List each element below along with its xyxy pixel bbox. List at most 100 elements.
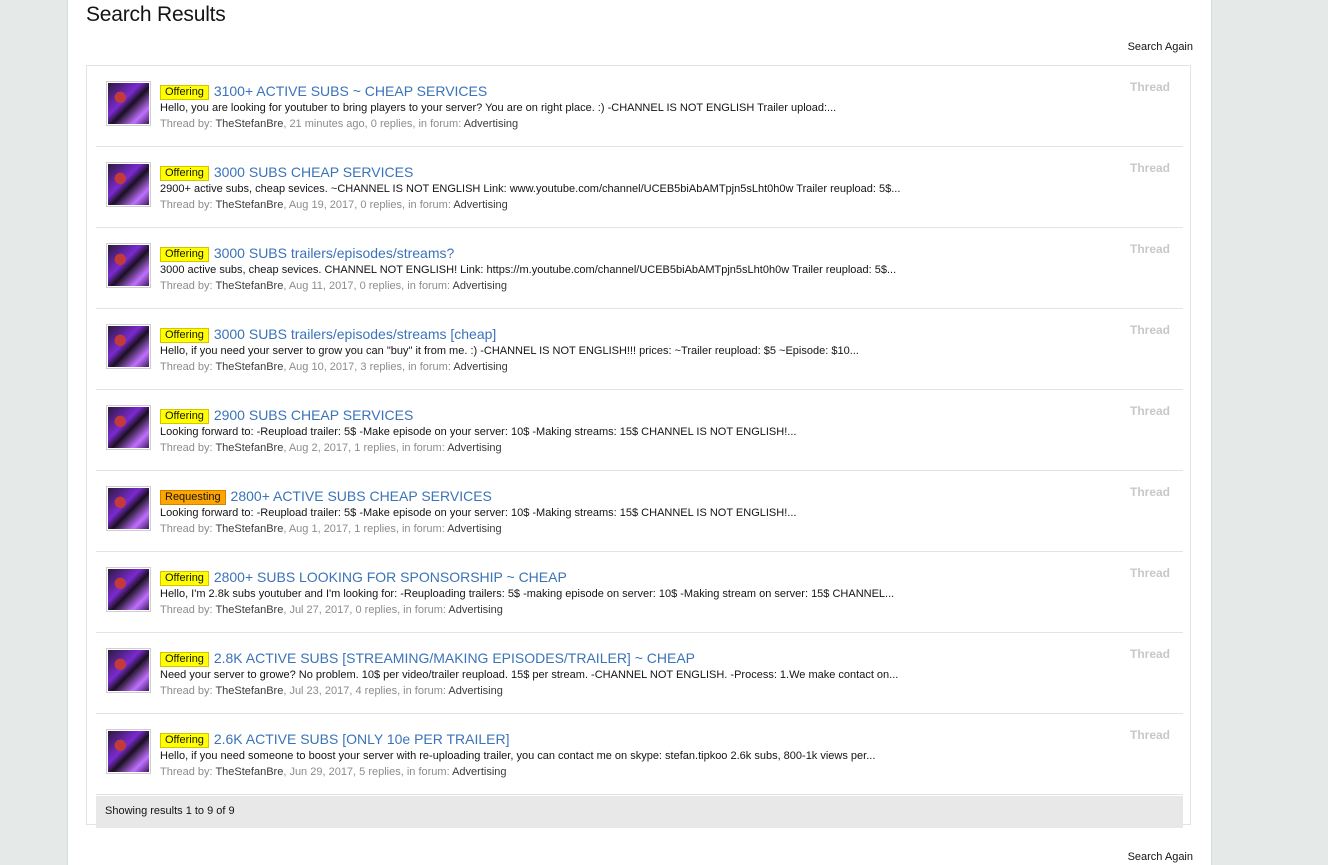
forum-link[interactable]: Advertising: [453, 361, 507, 373]
search-result-item: Offering 3000 SUBS trailers/episodes/str…: [96, 228, 1183, 309]
author-avatar[interactable]: [106, 567, 151, 612]
result-snippet: 3000 active subs, cheap sevices. CHANNEL…: [160, 264, 897, 276]
forum-link[interactable]: Advertising: [448, 685, 502, 697]
result-snippet: Hello, if you need your server to grow y…: [160, 345, 859, 357]
forum-link[interactable]: Advertising: [464, 118, 518, 130]
thread-prefix-badge: Offering: [160, 328, 209, 343]
forum-link[interactable]: Advertising: [453, 199, 507, 211]
result-snippet: 2900+ active subs, cheap sevices. ~CHANN…: [160, 183, 901, 195]
result-title-line: Offering 2.8K ACTIVE SUBS [STREAMING/MAK…: [160, 649, 695, 667]
forum-link[interactable]: Advertising: [447, 523, 501, 535]
author-link[interactable]: TheStefanBre: [215, 766, 283, 778]
meta-prefix: Thread by:: [160, 280, 216, 292]
meta-prefix: Thread by:: [160, 118, 216, 130]
author-link[interactable]: TheStefanBre: [215, 118, 283, 130]
meta-details: , Aug 1, 2017, 1 replies, in forum:: [283, 523, 448, 535]
result-title-link[interactable]: 2.6K ACTIVE SUBS [ONLY 10e PER TRAILER]: [214, 731, 510, 747]
avatar-image: [108, 650, 149, 691]
result-meta: Thread by: TheStefanBre, Aug 10, 2017, 3…: [160, 361, 508, 373]
author-avatar[interactable]: [106, 729, 151, 774]
forum-link[interactable]: Advertising: [448, 604, 502, 616]
result-title-link[interactable]: 3100+ ACTIVE SUBS ~ CHEAP SERVICES: [214, 83, 487, 99]
author-link[interactable]: TheStefanBre: [215, 523, 283, 535]
author-link[interactable]: TheStefanBre: [215, 361, 283, 373]
result-title-link[interactable]: 3000 SUBS CHEAP SERVICES: [214, 164, 413, 180]
meta-details: , Jul 23, 2017, 4 replies, in forum:: [283, 685, 449, 697]
search-again-link-bottom[interactable]: Search Again: [1128, 851, 1193, 863]
search-again-link-top[interactable]: Search Again: [1128, 41, 1193, 53]
result-snippet: Hello, I'm 2.8k subs youtuber and I'm lo…: [160, 588, 895, 600]
avatar-image: [108, 83, 149, 124]
author-link[interactable]: TheStefanBre: [215, 280, 283, 292]
author-avatar[interactable]: [106, 243, 151, 288]
meta-details: , 21 minutes ago, 0 replies, in forum:: [283, 118, 464, 130]
search-result-item: Offering 3000 SUBS CHEAP SERVICES 2900+ …: [96, 147, 1183, 228]
result-title-link[interactable]: 3000 SUBS trailers/episodes/streams?: [214, 245, 454, 261]
forum-link[interactable]: Advertising: [453, 280, 507, 292]
result-title-link[interactable]: 2800+ ACTIVE SUBS CHEAP SERVICES: [231, 488, 492, 504]
author-link[interactable]: TheStefanBre: [215, 604, 283, 616]
result-title-line: Offering 2.6K ACTIVE SUBS [ONLY 10e PER …: [160, 730, 510, 748]
meta-details: , Aug 11, 2017, 0 replies, in forum:: [283, 280, 453, 292]
author-avatar[interactable]: [106, 486, 151, 531]
result-meta: Thread by: TheStefanBre, 21 minutes ago,…: [160, 118, 518, 130]
avatar-image: [108, 245, 149, 286]
result-title-line: Offering 3000 SUBS CHEAP SERVICES: [160, 163, 413, 181]
result-meta: Thread by: TheStefanBre, Aug 11, 2017, 0…: [160, 280, 507, 292]
content-type-label: Thread: [1129, 566, 1170, 580]
author-link[interactable]: TheStefanBre: [215, 685, 283, 697]
avatar-image: [108, 407, 149, 448]
result-title-line: Requesting 2800+ ACTIVE SUBS CHEAP SERVI…: [160, 487, 492, 505]
thread-prefix-badge: Offering: [160, 247, 209, 262]
meta-prefix: Thread by:: [160, 604, 216, 616]
forum-link[interactable]: Advertising: [447, 442, 501, 454]
result-meta: Thread by: TheStefanBre, Aug 19, 2017, 0…: [160, 199, 508, 211]
meta-details: , Aug 2, 2017, 1 replies, in forum:: [283, 442, 448, 454]
search-result-item: Offering 3100+ ACTIVE SUBS ~ CHEAP SERVI…: [96, 66, 1183, 147]
result-title-line: Offering 2900 SUBS CHEAP SERVICES: [160, 406, 413, 424]
author-avatar[interactable]: [106, 81, 151, 126]
author-avatar[interactable]: [106, 162, 151, 207]
result-snippet: Looking forward to: -Reupload trailer: 5…: [160, 507, 797, 519]
meta-details: , Jul 27, 2017, 0 replies, in forum:: [283, 604, 449, 616]
result-snippet: Hello, if you need someone to boost your…: [160, 750, 876, 762]
meta-prefix: Thread by:: [160, 523, 216, 535]
result-title-link[interactable]: 2900 SUBS CHEAP SERVICES: [214, 407, 413, 423]
search-results-list: Offering 3100+ ACTIVE SUBS ~ CHEAP SERVI…: [87, 66, 1190, 795]
meta-prefix: Thread by:: [160, 199, 216, 211]
result-snippet: Looking forward to: -Reupload trailer: 5…: [160, 426, 797, 438]
search-result-item: Offering 2.8K ACTIVE SUBS [STREAMING/MAK…: [96, 633, 1183, 714]
thread-prefix-badge: Offering: [160, 166, 209, 181]
search-result-item: Offering 2.6K ACTIVE SUBS [ONLY 10e PER …: [96, 714, 1183, 795]
meta-prefix: Thread by:: [160, 442, 216, 454]
result-meta: Thread by: TheStefanBre, Aug 1, 2017, 1 …: [160, 523, 502, 535]
result-title-link[interactable]: 2.8K ACTIVE SUBS [STREAMING/MAKING EPISO…: [214, 650, 695, 666]
forum-link[interactable]: Advertising: [452, 766, 506, 778]
meta-details: , Aug 19, 2017, 0 replies, in forum:: [283, 199, 454, 211]
avatar-image: [108, 569, 149, 610]
result-title-line: Offering 3100+ ACTIVE SUBS ~ CHEAP SERVI…: [160, 82, 487, 100]
result-snippet: Need your server to growe? No problem. 1…: [160, 669, 899, 681]
result-title-line: Offering 3000 SUBS trailers/episodes/str…: [160, 244, 454, 262]
author-link[interactable]: TheStefanBre: [215, 442, 283, 454]
search-result-item: Offering 2900 SUBS CHEAP SERVICES Lookin…: [96, 390, 1183, 471]
content-type-label: Thread: [1129, 80, 1170, 94]
result-title-link[interactable]: 3000 SUBS trailers/episodes/streams [che…: [214, 326, 496, 342]
content-type-label: Thread: [1129, 647, 1170, 661]
result-title-line: Offering 3000 SUBS trailers/episodes/str…: [160, 325, 496, 343]
author-avatar[interactable]: [106, 648, 151, 693]
search-result-item: Offering 2800+ SUBS LOOKING FOR SPONSORS…: [96, 552, 1183, 633]
result-title-link[interactable]: 2800+ SUBS LOOKING FOR SPONSORSHIP ~ CHE…: [214, 569, 567, 585]
author-link[interactable]: TheStefanBre: [215, 199, 283, 211]
result-meta: Thread by: TheStefanBre, Jul 27, 2017, 0…: [160, 604, 503, 616]
result-snippet: Hello, you are looking for youtuber to b…: [160, 102, 837, 114]
thread-prefix-badge: Offering: [160, 571, 209, 586]
page-title: Search Results: [86, 3, 226, 26]
author-avatar[interactable]: [106, 405, 151, 450]
main-content: Search Results Search Again Offering 310…: [67, 0, 1212, 865]
result-meta: Thread by: TheStefanBre, Aug 2, 2017, 1 …: [160, 442, 502, 454]
avatar-image: [108, 488, 149, 529]
author-avatar[interactable]: [106, 324, 151, 369]
content-type-label: Thread: [1129, 728, 1170, 742]
avatar-image: [108, 731, 149, 772]
